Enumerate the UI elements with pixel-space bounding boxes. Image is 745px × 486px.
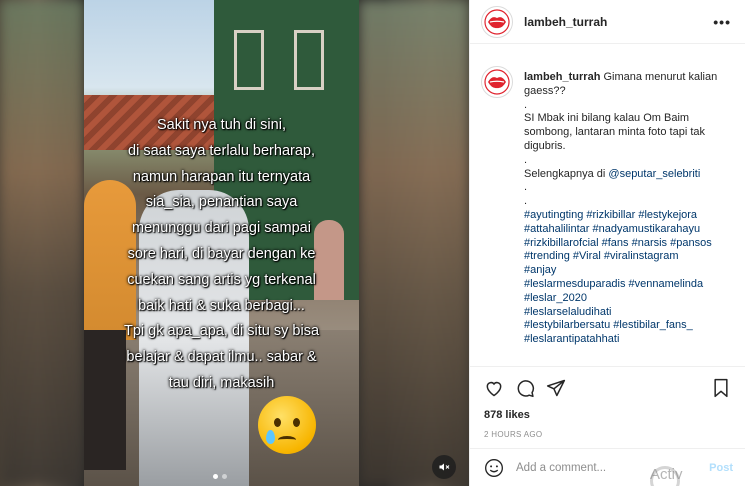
house-window xyxy=(294,30,324,90)
ellipsis-icon[interactable]: ••• xyxy=(713,14,731,30)
caption-line: #anjay xyxy=(524,264,731,278)
video-caption-line: sore hari, di bayar dengan ke xyxy=(127,245,316,262)
post-username[interactable]: lambeh_turrah xyxy=(524,15,713,29)
video-caption-line: namun harapan itu ternyata xyxy=(132,168,311,185)
caption-text-segment: . xyxy=(524,181,528,194)
caption-link[interactable]: #ayutingting #rizkibillar #lestykejora #… xyxy=(524,209,712,262)
carousel-dot-active xyxy=(213,474,218,479)
emoji-eye xyxy=(293,418,300,427)
avatar[interactable] xyxy=(481,66,513,98)
caption-link[interactable]: #leslar_2020 xyxy=(524,292,587,304)
comment-button[interactable] xyxy=(515,378,535,398)
video-caption-line: belajar & dapat ilmu.. sabar & xyxy=(126,349,317,366)
caption-line: Selengkapnya di @seputar_selebriti xyxy=(524,168,731,182)
video-caption-line: menunggu dari pagi sampai xyxy=(132,220,311,237)
avatar[interactable] xyxy=(481,5,513,38)
video-caption-line: cuekan sang artis yg terkenal xyxy=(127,271,316,288)
caption-comment: lambeh_turrah Gimana menurut kalian gaes… xyxy=(481,57,731,347)
emoji-tear xyxy=(266,430,275,444)
caption-link[interactable]: #leslarantipatahhati xyxy=(524,333,619,345)
heart-icon xyxy=(486,381,502,397)
caption-link[interactable]: #leslarmesduparadis #vennamelinda xyxy=(524,278,703,290)
caption-text-segment: SI Mbak ini bilang kalau Om Baim sombong… xyxy=(524,112,705,152)
caption-line: . xyxy=(524,154,731,168)
instagram-post-modal: Sakit nya tuh di sini, di saat saya terla… xyxy=(0,0,745,486)
bookmark-icon xyxy=(714,378,728,398)
carousel-dots xyxy=(213,474,227,479)
emoji-mouth xyxy=(278,436,296,444)
video-caption-text: Sakit nya tuh di sini, di saat saya terla… xyxy=(84,113,359,397)
post-comment-button[interactable]: Post xyxy=(709,462,733,474)
carousel-dot xyxy=(222,474,227,479)
video-caption-line: Tpi gk apa_apa, di situ sy bisa xyxy=(123,323,320,340)
caption-link[interactable]: #anjay xyxy=(524,264,556,276)
caption-text: lambeh_turrah Gimana menurut kalian gaes… xyxy=(524,57,731,347)
caption-text-segment: . xyxy=(524,195,528,208)
crying-face-emoji xyxy=(258,396,316,454)
post-media[interactable]: Sakit nya tuh di sini, di saat saya terla… xyxy=(0,0,469,486)
caption-line: . xyxy=(524,99,731,113)
caption-text-segment: Selengkapnya di xyxy=(524,167,609,180)
blurred-background-left xyxy=(0,0,84,486)
add-comment-bar: Add a comment... Post xyxy=(470,448,745,486)
caption-line: #leslarmesduparadis #vennamelinda xyxy=(524,278,731,292)
caption-link[interactable]: #lestybilarbersatu #lestibilar_fans_ xyxy=(524,319,693,331)
post-side-panel: lambeh_turrah ••• lambeh_turrah Gimana m… xyxy=(469,0,745,486)
share-button[interactable] xyxy=(546,378,566,398)
video-caption-line: di saat saya terlalu berharap, xyxy=(128,142,315,159)
post-timestamp[interactable]: 2 HOURS AGO xyxy=(484,430,731,439)
post-actions: 878 likes 2 HOURS AGO xyxy=(470,366,745,439)
caption-line: #leslar_2020 xyxy=(524,292,731,306)
mute-button[interactable] xyxy=(432,455,456,479)
video-caption-line: Sakit nya tuh di sini, xyxy=(157,117,286,133)
emoji-smiley-icon[interactable] xyxy=(484,458,504,478)
save-button[interactable] xyxy=(711,378,731,398)
caption-link[interactable]: #leslarselaludihati xyxy=(524,306,611,318)
activate-windows-watermark: Activ xyxy=(650,466,683,483)
paper-plane-icon xyxy=(546,379,566,397)
caption-line: #lestybilarbersatu #lestibilar_fans_ xyxy=(524,319,731,333)
blurred-background-right xyxy=(359,0,469,486)
comment-bubble-icon xyxy=(517,380,535,398)
video-caption-line: sia_sia, penantian saya xyxy=(145,194,298,211)
caption-line: SI Mbak ini bilang kalau Om Baim sombong… xyxy=(524,112,731,153)
lips-logo-icon xyxy=(484,69,510,95)
comments-area[interactable]: lambeh_turrah Gimana menurut kalian gaes… xyxy=(470,57,745,365)
caption-line: #leslarantipatahhati xyxy=(524,333,731,347)
caption-line: . xyxy=(524,181,731,195)
caption-text-segment: . xyxy=(524,98,528,111)
video-caption-line: tau diri, makasih xyxy=(168,374,275,391)
video-caption-line: baik hati & suka berbagi... xyxy=(138,297,305,314)
caption-line: #leslarselaludihati xyxy=(524,306,731,320)
caption-line: lambeh_turrah Gimana menurut kalian gaes… xyxy=(524,71,731,99)
lips-logo-icon xyxy=(484,8,510,35)
caption-line: . xyxy=(524,195,731,209)
post-header: lambeh_turrah ••• xyxy=(470,0,745,44)
emoji-eye xyxy=(274,418,281,427)
caption-line: #ayutingting #rizkibillar #lestykejora #… xyxy=(524,209,731,264)
action-icons xyxy=(484,377,731,399)
caption-text-segment: . xyxy=(524,153,528,166)
speaker-muted-icon xyxy=(439,463,450,471)
caption-username[interactable]: lambeh_turrah xyxy=(524,71,603,83)
caption-link[interactable]: @seputar_selebriti xyxy=(608,168,700,180)
house-window xyxy=(234,30,264,90)
likes-count[interactable]: 878 likes xyxy=(484,409,731,421)
like-button[interactable] xyxy=(484,378,504,398)
